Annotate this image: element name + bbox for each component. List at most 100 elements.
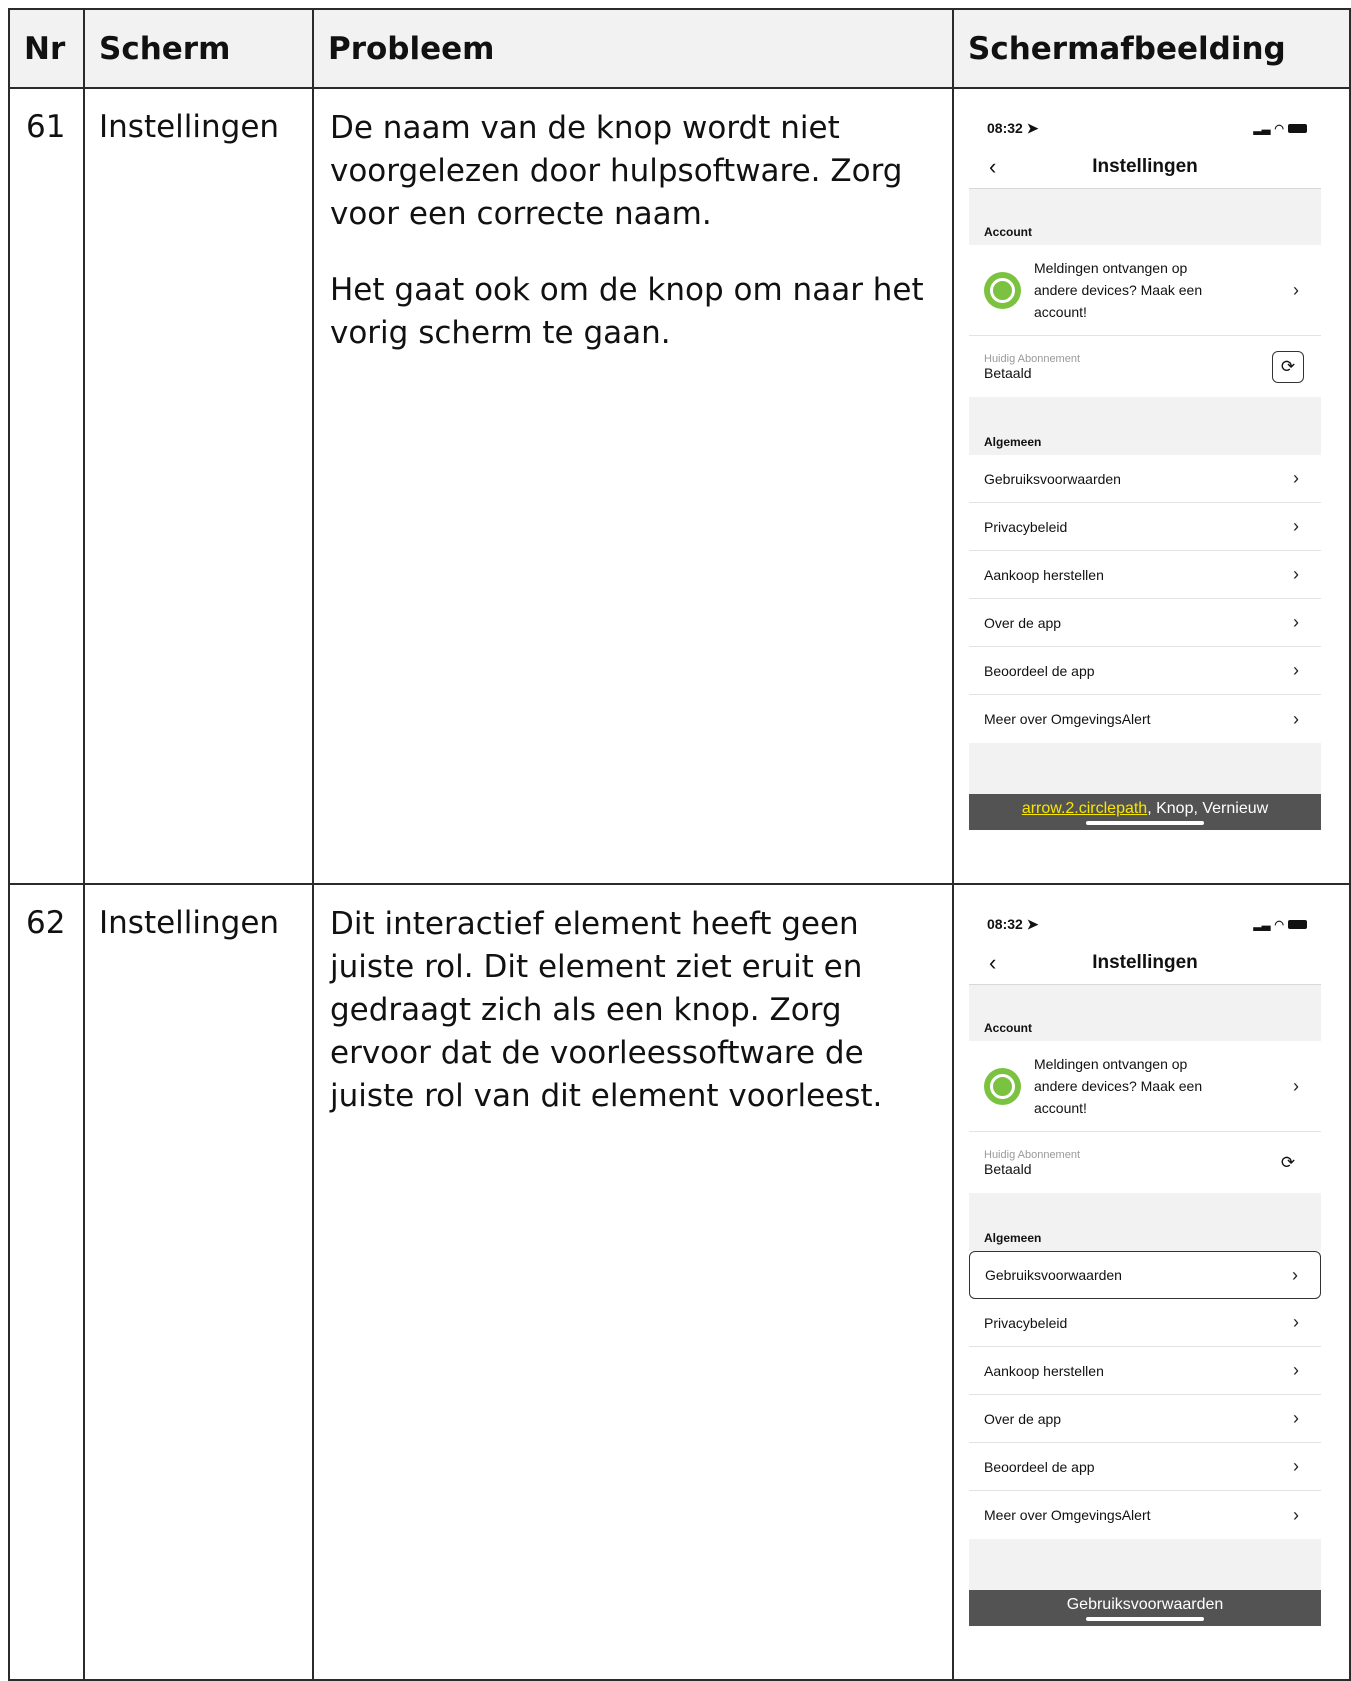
- chevron-right-icon: ›: [1293, 516, 1299, 536]
- list-item-label: Gebruiksvoorwaarden: [985, 1267, 1122, 1283]
- chevron-right-icon: ›: [1293, 1360, 1299, 1380]
- home-indicator: [1086, 1617, 1204, 1621]
- chevron-right-icon: ›: [1293, 1312, 1299, 1332]
- caption-text: Gebruiksvoorwaarden: [1066, 1596, 1224, 1613]
- location-arrow-icon: ➤: [1026, 915, 1039, 932]
- list-item[interactable]: Privacybeleid ›: [969, 1299, 1321, 1347]
- problem-description: De naam van de knop wordt niet voorgelez…: [312, 87, 954, 885]
- list-item-label: Privacybeleid: [984, 1314, 1068, 1331]
- list-item[interactable]: Aankoop herstellen ›: [969, 1347, 1321, 1395]
- status-time: 08:32: [987, 119, 1023, 136]
- list-item[interactable]: Gebruiksvoorwaarden ›: [969, 1251, 1321, 1299]
- header-row: Nr Scherm Probleem Schermafbeelding: [8, 8, 1351, 89]
- back-button[interactable]: ‹: [989, 950, 996, 976]
- wifi-icon: ◠: [1274, 122, 1284, 135]
- problem-paragraph: De naam van de knop wordt niet voorgelez…: [330, 110, 903, 232]
- problem-paragraph: Dit interactief element heeft geen juist…: [330, 906, 883, 1114]
- section-header-algemeen: Algemeen: [969, 419, 1321, 455]
- chevron-right-icon: ›: [1293, 468, 1299, 488]
- header-scherm: Scherm: [83, 8, 314, 89]
- chevron-right-icon: ›: [1293, 708, 1299, 729]
- list-item-label: Over de app: [984, 1410, 1062, 1427]
- chevron-right-icon: ›: [1293, 1456, 1299, 1476]
- problem-description: Dit interactief element heeft geen juist…: [312, 883, 954, 1681]
- screen-name: Instellingen: [83, 87, 314, 885]
- issue-number: 61: [8, 87, 85, 885]
- spacer: [969, 189, 1321, 209]
- list-item[interactable]: Meer over OmgevingsAlert ›: [969, 695, 1321, 743]
- list-item[interactable]: Over de app ›: [969, 1395, 1321, 1443]
- subscription-row: Huidig Abonnement Betaald ⟳: [969, 335, 1321, 397]
- avatar-icon: [984, 1067, 1021, 1105]
- problem-paragraph: Het gaat ook om de knop om naar het vori…: [330, 272, 924, 351]
- spacer: [969, 1539, 1321, 1590]
- list-item-label: Meer over OmgevingsAlert: [984, 711, 1151, 727]
- voiceover-caption: arrow.2.circlepath, Knop, Vernieuw: [969, 794, 1321, 830]
- screenshot-cell: 08:32 ➤ ▂▃ ◠ ‹ Instellingen Account Meldi…: [952, 883, 1351, 1681]
- list-item[interactable]: Beoordeel de app ›: [969, 1443, 1321, 1491]
- battery-icon: [1288, 919, 1307, 929]
- screenshot-cell: 08:32 ➤ ▂▃ ◠ ‹ Instellingen Account Meldi…: [952, 87, 1351, 885]
- header-nr: Nr: [8, 8, 85, 89]
- chevron-right-icon: ›: [1293, 279, 1299, 300]
- avatar-icon: [984, 271, 1021, 309]
- list-item-label: Over de app: [984, 614, 1062, 631]
- home-indicator: [1086, 821, 1204, 825]
- refresh-icon[interactable]: ⟳: [1272, 1147, 1304, 1179]
- list-item[interactable]: Privacybeleid ›: [969, 503, 1321, 551]
- list-item[interactable]: Aankoop herstellen ›: [969, 551, 1321, 599]
- chevron-right-icon: ›: [1293, 1504, 1299, 1525]
- chevron-right-icon: ›: [1292, 1264, 1298, 1285]
- caption-highlight: arrow.2.circlepath: [1021, 800, 1148, 817]
- table-row: 62 Instellingen Dit interactief element …: [8, 883, 1351, 1681]
- section-header-algemeen: Algemeen: [969, 1215, 1321, 1251]
- account-row[interactable]: Meldingen ontvangen op andere devices? M…: [969, 245, 1321, 335]
- subscription-value: Betaald: [984, 364, 1032, 381]
- account-text: Meldingen ontvangen op andere devices? M…: [1034, 260, 1203, 320]
- signal-icon: ▂▃: [1253, 122, 1271, 135]
- nav-title: Instellingen: [1092, 155, 1198, 177]
- section-header-account: Account: [969, 1005, 1321, 1041]
- spacer: [969, 985, 1321, 1005]
- header-schermafbeelding: Schermafbeelding: [952, 8, 1351, 89]
- back-button[interactable]: ‹: [989, 154, 996, 180]
- wifi-icon: ◠: [1274, 918, 1284, 931]
- status-bar: 08:32 ➤ ▂▃ ◠: [969, 111, 1321, 145]
- header-probleem: Probleem: [312, 8, 954, 89]
- chevron-right-icon: ›: [1293, 660, 1299, 680]
- battery-icon: [1288, 123, 1307, 133]
- status-time: 08:32: [987, 915, 1023, 932]
- subscription-value: Betaald: [984, 1160, 1032, 1177]
- list-item-label: Gebruiksvoorwaarden: [984, 470, 1121, 487]
- list-item[interactable]: Over de app ›: [969, 599, 1321, 647]
- list-item[interactable]: Beoordeel de app ›: [969, 647, 1321, 695]
- phone-screenshot: 08:32 ➤ ▂▃ ◠ ‹ Instellingen Account Meldi…: [969, 907, 1321, 1626]
- spacer: [969, 1193, 1321, 1215]
- section-header-account: Account: [969, 209, 1321, 245]
- nav-bar: ‹ Instellingen: [969, 941, 1321, 985]
- list-item-label: Meer over OmgevingsAlert: [984, 1507, 1151, 1523]
- refresh-icon[interactable]: ⟳: [1272, 351, 1304, 383]
- table-row: 61 Instellingen De naam van de knop word…: [8, 87, 1351, 885]
- list-item[interactable]: Meer over OmgevingsAlert ›: [969, 1491, 1321, 1539]
- issue-number: 62: [8, 883, 85, 1681]
- voiceover-caption: Gebruiksvoorwaarden: [969, 1590, 1321, 1626]
- subscription-label: Huidig Abonnement: [984, 352, 1081, 365]
- phone-screenshot: 08:32 ➤ ▂▃ ◠ ‹ Instellingen Account Meldi…: [969, 111, 1321, 830]
- status-bar: 08:32 ➤ ▂▃ ◠: [969, 907, 1321, 941]
- signal-icon: ▂▃: [1253, 918, 1271, 931]
- spacer: [969, 743, 1321, 794]
- screen-name: Instellingen: [83, 883, 314, 1681]
- issues-table: Nr Scherm Probleem Schermafbeelding 61 I…: [8, 8, 1351, 1681]
- list-item-label: Privacybeleid: [984, 518, 1068, 535]
- caption-text: , Knop, Vernieuw: [1147, 800, 1269, 817]
- account-row[interactable]: Meldingen ontvangen op andere devices? M…: [969, 1041, 1321, 1131]
- chevron-right-icon: ›: [1293, 564, 1299, 584]
- nav-title: Instellingen: [1092, 951, 1198, 973]
- subscription-label: Huidig Abonnement: [984, 1148, 1081, 1161]
- nav-bar: ‹ Instellingen: [969, 145, 1321, 189]
- spacer: [969, 397, 1321, 419]
- list-item[interactable]: Gebruiksvoorwaarden ›: [969, 455, 1321, 503]
- chevron-right-icon: ›: [1293, 1075, 1299, 1096]
- list-item-label: Beoordeel de app: [984, 1458, 1095, 1475]
